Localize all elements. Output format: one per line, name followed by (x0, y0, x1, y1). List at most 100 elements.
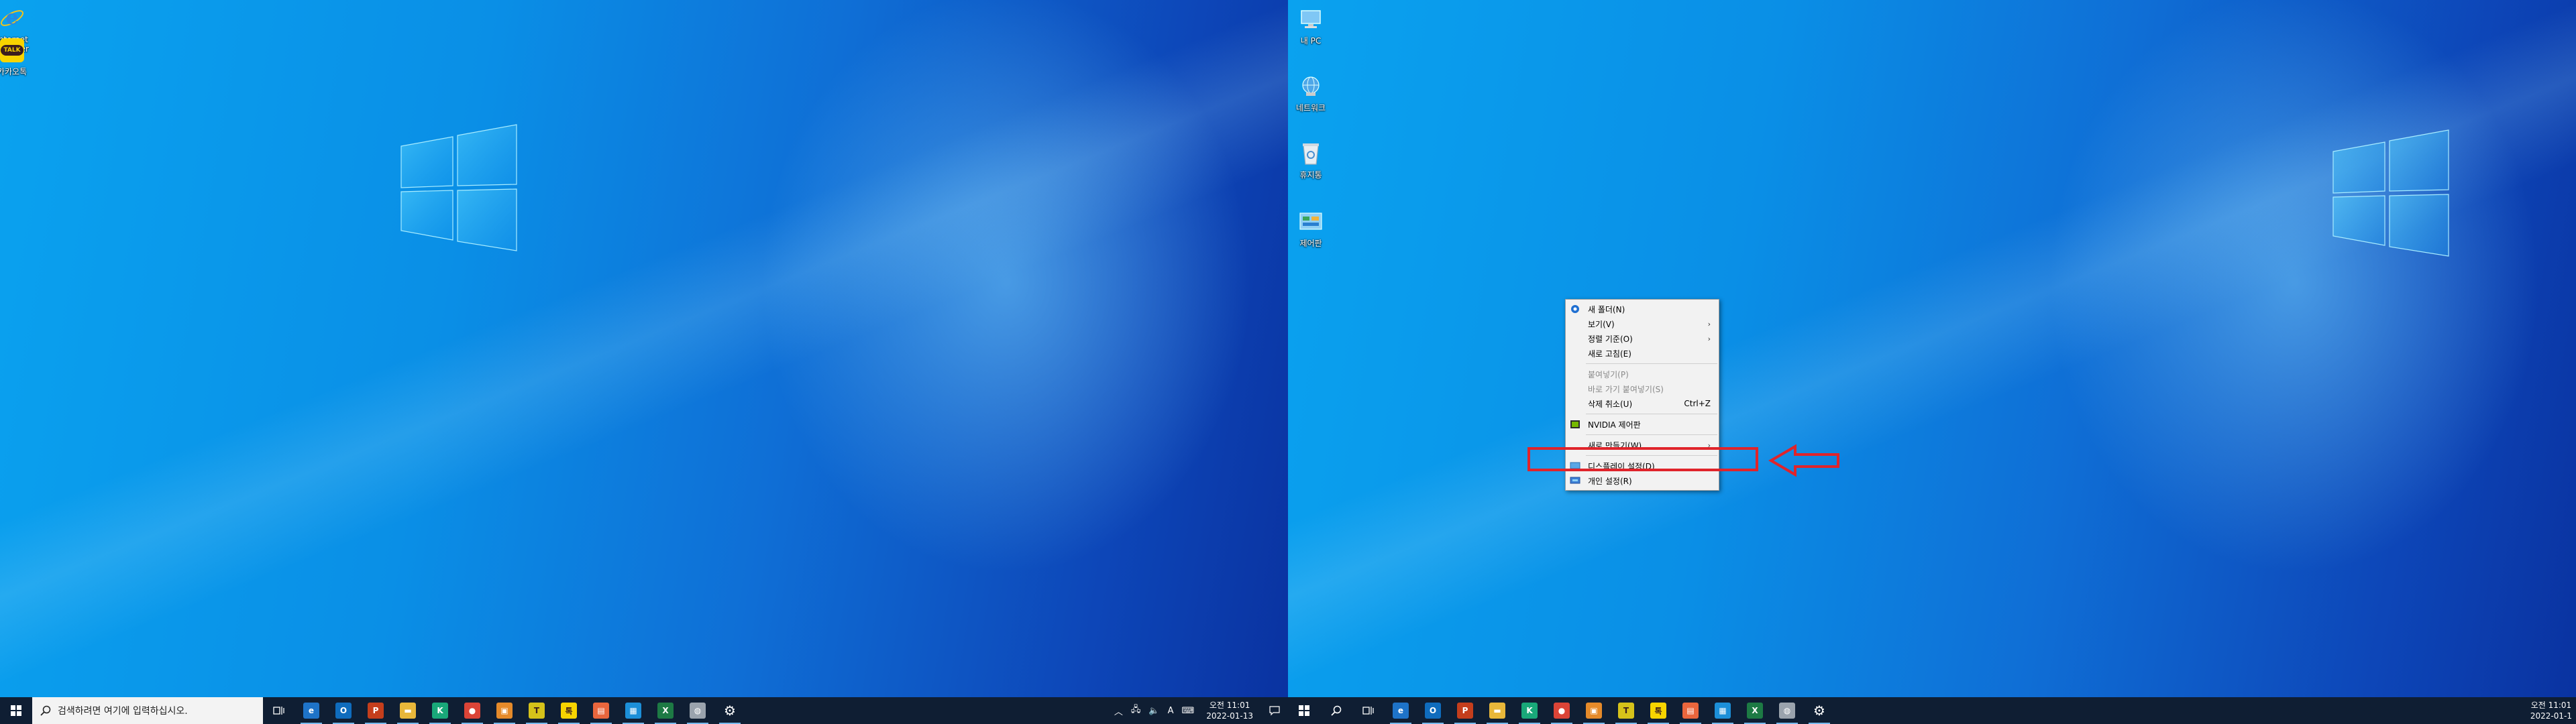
photo-app-icon: ▣ (496, 703, 513, 719)
taskbar-app-k-app[interactable]: K (1513, 697, 1546, 724)
taskbar-app-photo-app[interactable]: ▣ (1578, 697, 1610, 724)
notepad-app-icon: ▦ (625, 703, 641, 719)
action-center-button[interactable] (1261, 697, 1288, 724)
ime-indicator[interactable]: A (1164, 706, 1178, 716)
context-menu-item-label: 새로 고침(E) (1588, 349, 1631, 359)
taskbar-app-excel[interactable]: X (649, 697, 682, 724)
volume-tray-icon[interactable]: 🔈 (1144, 706, 1163, 716)
taskbar-app-paint-app[interactable]: ▤ (1674, 697, 1707, 724)
taskbar-app-chrome[interactable]: ● (456, 697, 488, 724)
taskbar-app-t-app[interactable]: T (521, 697, 553, 724)
desktop-icon-network[interactable]: 네트워크 (1288, 71, 1335, 113)
taskbar-app-chrome[interactable]: ● (1546, 697, 1578, 724)
context-menu-item[interactable]: 개인 설정(R) (1566, 473, 1719, 488)
settings-gear-icon: ⚙ (1811, 703, 1827, 719)
context-menu-item[interactable]: NVIDIA 제어판 (1566, 417, 1719, 432)
edge-icon: e (1393, 703, 1409, 719)
taskbar-app-kakaotalk[interactable]: 톡 (553, 697, 585, 724)
windows-logo-wallpaper (2332, 129, 2449, 257)
search-icon (40, 705, 51, 716)
system-tray-left: ︿ 🖧 🔈 A ⌨ 오전 11:01 2022-01-13 (1110, 697, 1288, 724)
taskbar-app-excel[interactable]: X (1739, 697, 1771, 724)
taskbar-apps-right: e O P ▬ K ● ▣ T 톡 ▤ ▦ X ◍ ⚙ (1385, 697, 1835, 724)
taskbar-app-k-app[interactable]: K (424, 697, 456, 724)
menu-separator (1586, 363, 1717, 364)
display-settings-highlight-box (1527, 447, 1758, 471)
context-menu-item[interactable]: 정렬 기준(O) › (1566, 331, 1719, 346)
taskbar-search-box[interactable]: 검색하려면 여기에 입력하십시오. (32, 697, 263, 724)
desktop-icon-kakaotalk[interactable]: TALK 카카오톡 (0, 35, 36, 76)
network-app-icon: ◍ (690, 703, 706, 719)
taskbar-app-powerpoint[interactable]: P (360, 697, 392, 724)
network-tray-icon[interactable]: 🖧 (1127, 703, 1145, 718)
chevron-right-icon: › (1707, 334, 1711, 343)
t-app-icon: T (529, 703, 545, 719)
desktop-icon-this-pc[interactable]: 내 PC (1288, 4, 1335, 46)
taskbar-app-outlook[interactable]: O (1417, 697, 1449, 724)
desktop-icon-control-panel[interactable]: 제어판 (1288, 206, 1335, 248)
taskbar-app-powerpoint[interactable]: P (1449, 697, 1481, 724)
chrome-icon: ● (464, 703, 480, 719)
context-menu-item[interactable]: 새 폴더(N) (1566, 302, 1719, 316)
mail-app-icon: O (335, 703, 352, 719)
network-app-icon: ◍ (1779, 703, 1795, 719)
excel-icon: X (1747, 703, 1763, 719)
search-icon (1331, 705, 1342, 716)
context-menu-item[interactable]: 삭제 취소(U) Ctrl+Z (1566, 396, 1719, 411)
taskbar-app-kakaotalk[interactable]: 톡 (1642, 697, 1674, 724)
taskbar-clock[interactable]: 오전 11:01 2022-01-1 (2522, 700, 2576, 721)
task-view-icon (1362, 707, 1374, 715)
taskbar-app-edge[interactable]: e (295, 697, 327, 724)
recycle-bin-icon (1295, 138, 1326, 169)
context-menu-item: 붙여넣기(P) (1566, 367, 1719, 381)
start-button[interactable] (1288, 697, 1320, 724)
taskbar-app-paint-app[interactable]: ▤ (585, 697, 617, 724)
taskbar-app-file-explorer[interactable]: ▬ (1481, 697, 1513, 724)
tray-overflow-chevron-icon[interactable]: ︿ (1110, 705, 1127, 717)
context-menu-item-label: 붙여넣기(P) (1588, 369, 1629, 379)
task-view-button[interactable] (1352, 697, 1385, 724)
context-menu-item[interactable]: 새로 고침(E) (1566, 346, 1719, 361)
windows-start-icon (11, 705, 21, 716)
taskbar-app-settings[interactable]: ⚙ (1803, 697, 1835, 724)
excel-icon: X (657, 703, 674, 719)
context-menu-item: 바로 가기 붙여넣기(S) (1566, 381, 1719, 396)
taskbar-app-network-app[interactable]: ◍ (1771, 697, 1803, 724)
desktop-icon-recycle-bin[interactable]: 휴지통 (1288, 138, 1335, 180)
kakaotalk-icon: TALK (0, 35, 28, 66)
context-menu-item-label: 보기(V) (1588, 319, 1615, 329)
right-monitor: 내 PC 네트워크 휴지통 제어판 e O P ▬ K ● ▣ T 톡 ▤ ▦ X ◍ ⚙ 오전 1 (1288, 0, 2576, 724)
mail-app-icon: O (1425, 703, 1441, 719)
new-folder-icon (1570, 304, 1580, 314)
this-pc-icon (1295, 4, 1326, 35)
kakaotalk-taskbar-icon: 톡 (1650, 703, 1666, 719)
start-button[interactable] (0, 697, 32, 724)
taskbar-app-photo-app[interactable]: ▣ (488, 697, 521, 724)
windows-logo-wallpaper (400, 124, 517, 251)
file-explorer-icon: ▬ (400, 703, 416, 719)
search-placeholder: 검색하려면 여기에 입력하십시오. (58, 706, 188, 717)
keyboard-tray-icon[interactable]: ⌨ (1177, 706, 1198, 716)
task-view-button[interactable] (263, 697, 295, 724)
edge-icon: e (303, 703, 319, 719)
k-app-icon: K (432, 703, 448, 719)
file-explorer-icon: ▬ (1489, 703, 1505, 719)
search-button[interactable] (1320, 697, 1352, 724)
paint-app-icon: ▤ (1682, 703, 1699, 719)
control-panel-icon (1295, 206, 1326, 237)
paint-app-icon: ▤ (593, 703, 609, 719)
taskbar-app-settings[interactable]: ⚙ (714, 697, 746, 724)
kakaotalk-taskbar-icon: 톡 (561, 703, 577, 719)
taskbar-clock[interactable]: 오전 11:01 2022-01-13 (1198, 700, 1261, 721)
chevron-right-icon: › (1707, 319, 1711, 328)
taskbar-app-t-app[interactable]: T (1610, 697, 1642, 724)
taskbar-app-network-app[interactable]: ◍ (682, 697, 714, 724)
taskbar-app-file-explorer[interactable]: ▬ (392, 697, 424, 724)
taskbar-app-notepad-app[interactable]: ▦ (617, 697, 649, 724)
taskbar-app-outlook[interactable]: O (327, 697, 360, 724)
taskbar-app-notepad-app[interactable]: ▦ (1707, 697, 1739, 724)
k-app-icon: K (1521, 703, 1538, 719)
context-menu-item[interactable]: 보기(V) › (1566, 316, 1719, 331)
left-arrow-annotation-icon (1768, 444, 1839, 477)
taskbar-app-edge[interactable]: e (1385, 697, 1417, 724)
